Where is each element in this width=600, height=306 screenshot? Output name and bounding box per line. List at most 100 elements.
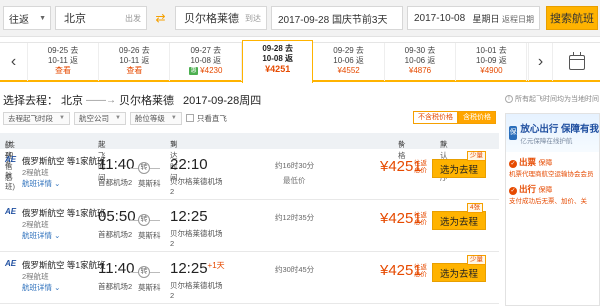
chevron-down-icon: ⌄ — [54, 231, 61, 240]
date-option[interactable]: 09-25 去 10-11 返查看 — [28, 43, 99, 81]
duration: 约16时30分 — [275, 161, 315, 170]
flight-detail-label: 航班详情 — [22, 231, 52, 240]
airline-name: 俄罗斯航空 等1家航班 — [22, 260, 106, 270]
arr-time-value: 12:25 — [170, 260, 208, 277]
search-button[interactable]: 搜索航班 — [546, 6, 598, 30]
date-option-price: ¥4230 — [200, 66, 223, 75]
dep-time: 05:50 — [98, 208, 136, 225]
seat-badge: 4张 — [467, 203, 484, 213]
select-outbound-button[interactable]: 选为去程 — [432, 159, 486, 178]
deal-tag-icon: 惠 — [189, 67, 199, 75]
sort-icon: ⇅ — [170, 139, 177, 148]
cabin-filter[interactable]: 舱位等级 ▼ — [129, 111, 182, 125]
return-date-input[interactable]: 2017-10-08 星期日 返程日期 — [407, 6, 540, 30]
to-city-hint: 到达 — [245, 13, 261, 23]
arr-airport-name: 贝尔格莱德机场 — [170, 229, 223, 238]
promo-title: 放心出行 保障有我 — [520, 124, 599, 135]
duration: 约12时35分 — [275, 213, 315, 222]
date-option[interactable]: 09-26 去 10-11 返查看 — [99, 43, 171, 81]
check-icon: ✓ — [509, 160, 517, 168]
date-option[interactable]: 09-30 去 10-06 返 ¥4876 — [385, 43, 456, 81]
search-bar: 往返 ▼ 北京 出发 ⇄ 贝尔格莱德 到达 2017-09-28 国庆节前3天 … — [0, 0, 600, 37]
route-from: 北京 — [61, 95, 83, 107]
price-note: 往返总价 — [414, 160, 427, 174]
sort-icon: ⇅ — [98, 139, 105, 148]
date-option-price-wrap: 惠 ¥4230 — [171, 66, 241, 76]
seat-badge: 少量 — [467, 151, 486, 161]
return-date-value: 2017-10-08 — [414, 12, 466, 24]
date-option[interactable]: 09-28 去 10-08 返 ¥4251 — [242, 40, 314, 83]
arr-time: 22:10 — [170, 156, 208, 173]
transfer-city: 莫斯科 — [138, 231, 161, 240]
depart-date-text: 2017-09-28 — [278, 14, 330, 26]
flight-detail-link[interactable]: 航班详情 ⌄ — [22, 178, 60, 189]
price-note: 往返总价 — [414, 212, 427, 226]
dep-airport: 首都机场2 — [98, 178, 133, 187]
duration: 约30时45分 — [275, 265, 315, 274]
route-to: 贝尔格莱德 — [119, 95, 174, 107]
airline-name: 俄罗斯航空 等1家航班 — [22, 156, 106, 166]
flight-row: AE 俄罗斯航空 等1家航班 2程航班 航班详情 ⌄ 11:40 首都机场2 转莫斯科 12:… — [0, 254, 499, 304]
airline-name: 俄罗斯航空 等1家航班 — [22, 208, 106, 218]
to-city-input[interactable]: 贝尔格莱德 到达 — [175, 6, 267, 30]
return-date-weekday: 星期日 返程日期 — [472, 12, 534, 25]
arr-airport: 贝尔格莱德机场 2 — [170, 177, 223, 197]
price-note: 往返总价 — [414, 264, 427, 278]
travel-guarantee-title: ✓ 出行 保障 — [509, 183, 596, 195]
from-city-input[interactable]: 北京 出发 — [55, 6, 147, 30]
aeroflot-logo-icon: AE — [5, 207, 17, 216]
dep-time-filter-label: 去程起飞时段 — [8, 113, 53, 123]
flight-detail-label: 航班详情 — [22, 283, 52, 292]
aeroflot-logo-icon: AE — [5, 155, 17, 164]
trip-type-label: 往返 — [9, 14, 29, 26]
prev-dates-button[interactable]: ‹ — [0, 43, 28, 81]
direct-only-checkbox[interactable]: 只看直飞 — [185, 113, 227, 124]
depart-date-input[interactable]: 2017-09-28 国庆节前3天 — [271, 6, 403, 30]
tax-included-tab[interactable]: 含税价格 — [458, 111, 496, 124]
tax-toggle: 不含税价格 含税价格 — [413, 111, 496, 124]
dep-time-filter[interactable]: 去程起飞时段 ▼ — [3, 111, 70, 125]
transfer-icon: 转 — [138, 162, 150, 174]
date-option-depart: 09-30 去 — [404, 46, 436, 55]
dep-airport: 首都机场2 — [98, 230, 133, 239]
dep-time: 11:40 — [98, 156, 135, 173]
info-icon: ! — [505, 95, 513, 103]
trip-type-select[interactable]: 往返 ▼ — [3, 6, 51, 30]
g2-title: 出行 — [519, 184, 537, 194]
flight-detail-link[interactable]: 航班详情 ⌄ — [22, 282, 60, 293]
date-option[interactable]: 09-29 去 10-06 返 ¥4552 — [314, 43, 385, 81]
flight-detail-link[interactable]: 航班详情 ⌄ — [22, 230, 60, 241]
date-option[interactable]: 10-01 去 10-09 返 ¥4900 — [456, 43, 528, 81]
arr-time-value: 22:10 — [170, 156, 208, 173]
calendar-icon — [568, 51, 585, 70]
date-option-price-wrap: ¥4251 — [243, 64, 312, 74]
tax-excluded-tab[interactable]: 不含税价格 — [413, 111, 458, 124]
calendar-button[interactable] — [552, 43, 600, 81]
arr-airport-terminal: 2 — [170, 291, 175, 300]
date-option[interactable]: 09-27 去 10-08 返惠 ¥4230 — [171, 43, 242, 81]
chevron-down-icon: ⌄ — [54, 179, 61, 188]
checkbox-icon — [185, 114, 194, 122]
airline-filter[interactable]: 航空公司 ▼ — [73, 111, 126, 125]
date-option-price: ¥4900 — [480, 66, 503, 75]
from-city-hint: 出发 — [125, 13, 141, 23]
depart-date-value: 2017-09-28 国庆节前3天 — [278, 11, 388, 26]
route-prefix: 选择去程： — [3, 95, 58, 107]
arr-time: 12:25+1天 — [170, 260, 225, 277]
swap-cities-icon[interactable]: ⇄ — [152, 12, 169, 25]
flight-row: AE 俄罗斯航空 等1家航班 2程航班 航班详情 ⌄ 05:50 首都机场2 转莫斯科 12:… — [0, 202, 499, 252]
cabin-filter-label: 舱位等级 — [134, 113, 165, 123]
depart-date-note: 国庆节前3天 — [331, 14, 388, 26]
date-option-return: 10-06 返 — [333, 56, 364, 65]
date-option-depart: 10-01 去 — [476, 46, 507, 55]
transfer-icon: 转 — [138, 266, 150, 278]
select-outbound-button[interactable]: 选为去程 — [432, 263, 486, 282]
date-option-price: ¥4251 — [265, 64, 291, 74]
transfer-count: 2程航班 — [22, 272, 49, 281]
airline-filter-label: 航空公司 — [78, 113, 109, 123]
next-dates-button[interactable]: › — [528, 43, 552, 81]
table-header: 航班信息(共40条航班) 起飞时间 ⇅ 到达时间 ⇅ 价格 ⇅ 默认排序 ⇅ — [0, 133, 499, 191]
dep-time: 11:40 — [98, 260, 135, 277]
chevron-left-icon: ‹ — [10, 53, 17, 70]
select-outbound-button[interactable]: 选为去程 — [432, 211, 486, 230]
